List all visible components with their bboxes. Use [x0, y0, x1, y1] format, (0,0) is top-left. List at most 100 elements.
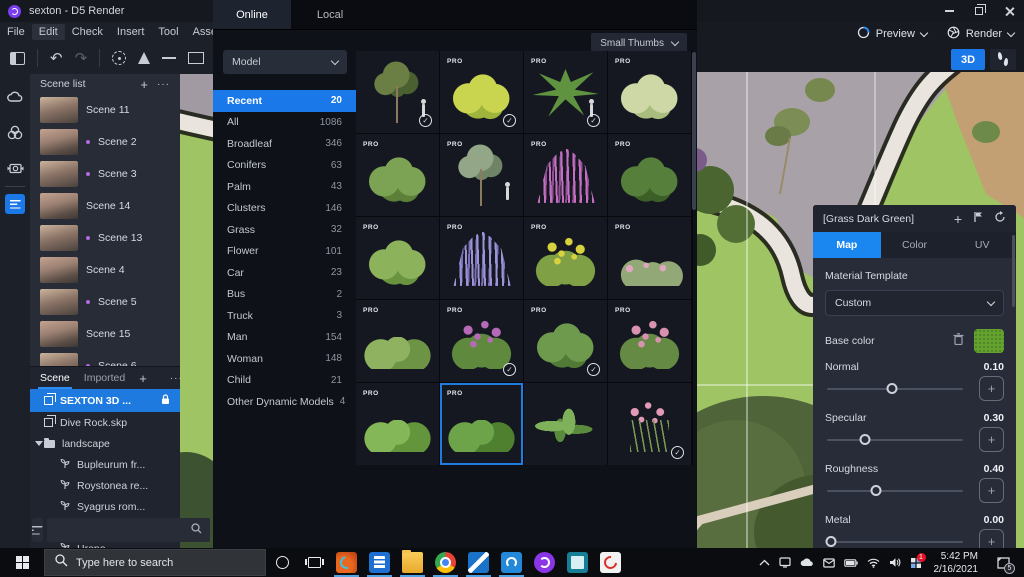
teams-icon[interactable]: 1: [910, 557, 922, 569]
category-item[interactable]: Woman 148: [213, 348, 356, 370]
slider-knob[interactable]: [870, 485, 881, 496]
menu-item[interactable]: Insert: [110, 24, 152, 40]
filter-button[interactable]: [32, 518, 43, 542]
asset-thumbnail[interactable]: PRO ✓: [356, 217, 439, 299]
line-tool-icon[interactable]: [162, 57, 176, 59]
scene-list-item[interactable]: Scene 14: [30, 190, 180, 222]
add-model-button[interactable]: +: [139, 371, 147, 386]
scene-list-item[interactable]: Scene 5: [30, 286, 180, 318]
category-item[interactable]: Other Dynamic Models 4: [213, 391, 356, 413]
search-input[interactable]: [55, 524, 191, 537]
asset-thumbnail[interactable]: PRO ✓: [356, 51, 439, 133]
walk-mode-button[interactable]: [990, 49, 1016, 70]
category-item[interactable]: Truck 3: [213, 305, 356, 327]
rectangle-tool-icon[interactable]: [188, 52, 204, 64]
tree-tab[interactable]: Imported: [84, 367, 125, 389]
scene-list-item[interactable]: Scene 4: [30, 254, 180, 286]
tree-item[interactable]: Dive Rock.skp: [30, 412, 180, 433]
asset-thumbnail[interactable]: PRO ✓: [608, 217, 691, 299]
mode-3d-button[interactable]: 3D: [951, 49, 985, 70]
tree-item[interactable]: landscape: [30, 433, 180, 454]
camera-icon[interactable]: [5, 158, 25, 178]
scene-list-item[interactable]: Scene 6: [30, 350, 180, 366]
close-button[interactable]: [994, 0, 1024, 22]
category-item[interactable]: Car 23: [213, 262, 356, 284]
asset-thumbnail[interactable]: PRO ✓: [524, 300, 607, 382]
panel-toggle-icon[interactable]: [10, 52, 25, 65]
category-item[interactable]: Grass 32: [213, 219, 356, 241]
asset-thumbnail[interactable]: PRO ✓: [440, 51, 523, 133]
start-button[interactable]: [0, 548, 44, 577]
property-slider[interactable]: [827, 490, 963, 492]
tree-item[interactable]: SEXTON 3D ...: [30, 389, 180, 412]
scene-thumbnail[interactable]: [40, 97, 78, 123]
redo-icon[interactable]: ↷: [75, 51, 88, 66]
asset-type-select[interactable]: Model: [223, 50, 347, 74]
menu-item[interactable]: File: [0, 24, 32, 40]
menu-item[interactable]: Edit: [32, 24, 65, 40]
category-item[interactable]: Recent 20: [213, 90, 356, 112]
add-scene-button[interactable]: +: [140, 77, 148, 92]
add-texture-button[interactable]: +: [979, 478, 1004, 503]
preview-button[interactable]: Preview: [876, 28, 915, 40]
asset-thumbnail[interactable]: PRO ✓: [524, 134, 607, 216]
scene-list-icon[interactable]: [5, 194, 25, 214]
asset-thumbnail[interactable]: PRO ✓: [440, 134, 523, 216]
asset-thumbnail[interactable]: PRO ✓: [356, 134, 439, 216]
tree-more-button[interactable]: ···: [170, 373, 183, 384]
asset-thumbnail[interactable]: PRO ✓: [356, 383, 439, 465]
menu-item[interactable]: Assets: [186, 24, 213, 40]
taskbar-app-button[interactable]: [495, 548, 528, 577]
material-picker-icon[interactable]: [973, 211, 983, 226]
material-tab[interactable]: Color: [881, 232, 949, 258]
add-map-button[interactable]: +: [954, 212, 962, 226]
category-item[interactable]: Child 21: [213, 370, 356, 392]
template-select[interactable]: Custom: [825, 290, 1004, 316]
taskbar-app-button[interactable]: [396, 548, 429, 577]
render-chevron-icon[interactable]: [1007, 28, 1015, 36]
scene-thumbnail[interactable]: [40, 321, 78, 347]
asset-grid-scrollbar[interactable]: [692, 52, 696, 210]
asset-thumbnail[interactable]: PRO ✓: [608, 51, 691, 133]
battery-icon[interactable]: [844, 559, 858, 567]
taskbar-app-button[interactable]: [594, 548, 627, 577]
tree-item[interactable]: Bupleurum fr...: [30, 454, 180, 475]
scene-thumbnail[interactable]: [40, 225, 78, 251]
category-item[interactable]: Palm 43: [213, 176, 356, 198]
taskbar-app-button[interactable]: [462, 548, 495, 577]
scene-list-more-button[interactable]: ···: [157, 79, 170, 90]
onedrive-icon[interactable]: [800, 558, 814, 567]
cortana-button[interactable]: [266, 548, 298, 577]
tree-item[interactable]: Syagrus rom...: [30, 496, 180, 517]
scene-thumbnail[interactable]: [40, 289, 78, 315]
materials-icon[interactable]: [5, 122, 25, 142]
asset-thumbnail[interactable]: PRO ✓: [608, 383, 691, 465]
scene-list-item[interactable]: Scene 3: [30, 158, 180, 190]
add-texture-button[interactable]: +: [979, 529, 1004, 548]
asset-thumbnail[interactable]: PRO ✓: [440, 300, 523, 382]
cone-tool-icon[interactable]: [138, 52, 150, 64]
category-item[interactable]: All 1086: [213, 112, 356, 134]
add-texture-button[interactable]: +: [979, 427, 1004, 452]
render-button[interactable]: Render: [966, 28, 1002, 40]
tree-tab[interactable]: Scene: [40, 367, 70, 389]
asset-thumbnail[interactable]: PRO ✓: [440, 217, 523, 299]
wifi-icon[interactable]: [867, 558, 880, 568]
asset-source-tab[interactable]: Online: [213, 0, 291, 29]
taskbar-app-button[interactable]: [561, 548, 594, 577]
add-texture-button[interactable]: +: [979, 376, 1004, 401]
volume-icon[interactable]: [889, 557, 901, 568]
taskbar-app-button[interactable]: [528, 548, 561, 577]
property-slider[interactable]: [827, 388, 963, 390]
material-tab[interactable]: Map: [813, 232, 881, 258]
taskbar-app-button[interactable]: [330, 548, 363, 577]
category-item[interactable]: Flower 101: [213, 241, 356, 263]
asset-thumbnail[interactable]: PRO ✓: [356, 300, 439, 382]
base-color-swatch[interactable]: [974, 329, 1004, 353]
scene-thumbnail[interactable]: [40, 129, 78, 155]
task-view-button[interactable]: [298, 548, 330, 577]
scene-thumbnail[interactable]: [40, 193, 78, 219]
asset-thumbnail[interactable]: PRO ✓: [608, 134, 691, 216]
scene-list-item[interactable]: Scene 11: [30, 94, 180, 126]
slider-knob[interactable]: [826, 536, 837, 547]
